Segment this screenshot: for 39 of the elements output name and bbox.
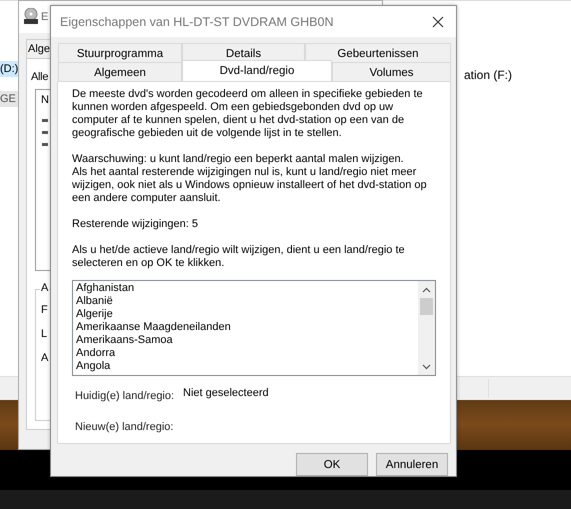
list-item[interactable]: Afghanistan bbox=[76, 282, 415, 296]
field-label: F bbox=[41, 304, 49, 316]
cancel-button[interactable]: Annuleren bbox=[376, 453, 448, 476]
drive-icon bbox=[42, 119, 48, 122]
list-item[interactable]: Andorra bbox=[76, 347, 415, 360]
tab[interactable]: Volumes bbox=[332, 62, 451, 82]
tab[interactable]: Dvd-land/regio bbox=[182, 60, 332, 82]
list-item[interactable]: Angola bbox=[76, 360, 415, 374]
scroll-thumb[interactable] bbox=[420, 298, 433, 316]
dvd-drive-icon bbox=[24, 8, 38, 26]
paragraph: Als u het/de actieve land/regio wilt wijzigen, dient u een land/regio te selecteren en op OK te klikken. bbox=[72, 244, 406, 270]
drive-label[interactable]: ation (F:) bbox=[464, 68, 512, 82]
sidebar-item[interactable]: (D:) bbox=[0, 61, 18, 77]
field-value: Niet geselecteerd bbox=[183, 387, 269, 402]
field-label: A bbox=[41, 352, 50, 364]
scrollbar[interactable] bbox=[418, 281, 435, 376]
tab[interactable]: Gebeurtenissen bbox=[305, 43, 451, 62]
paragraph: Als het aantal resterende wijzigingen nul is, kunt u land/regio niet meer wijzigen, ook niet als u Windows opnieuw installeert of het dvd-station op een andere computer aansluit. bbox=[72, 166, 428, 206]
group-label: A bbox=[40, 282, 50, 294]
window-title: E bbox=[41, 11, 48, 23]
paragraph: Waarschuwing: u kunt land/regio een beperkt aantal malen wijzigen. bbox=[72, 153, 405, 166]
sidebar-item[interactable]: GE bbox=[0, 91, 18, 107]
field-label: Huidig(e) land/regio: bbox=[75, 390, 176, 402]
list-item[interactable]: Albanië bbox=[76, 295, 415, 308]
label: Alle bbox=[31, 71, 48, 83]
paragraph: De meeste dvd's worden gecodeerd om alleen in specifieke gebieden te kunnen worden afgespeeld. Om een gebiedsgebonden dvd op uw computer af te kunnen spelen, dient u het dvd-station op een van de geografische gebieden uit de volgende lijst in te stellen. bbox=[72, 88, 424, 140]
drive-icon bbox=[42, 143, 48, 146]
tab[interactable]: Stuurprogramma bbox=[58, 43, 182, 62]
tab[interactable]: Algemeen bbox=[58, 62, 182, 82]
window-title: Eigenschappen van HL-DT-ST DVDRAM GHB0N bbox=[60, 14, 334, 29]
paragraph: Resterende wijzigingen: 5 bbox=[72, 218, 199, 232]
field-label: Nieuw(e) land/regio: bbox=[75, 421, 174, 434]
close-icon[interactable] bbox=[430, 14, 446, 30]
list-item[interactable]: Amerikaans-Samoa bbox=[76, 334, 415, 348]
drive-icon bbox=[42, 131, 48, 134]
list-item[interactable]: Amerikaanse Maagdeneilanden bbox=[76, 321, 415, 334]
ok-button[interactable]: OK bbox=[296, 453, 368, 476]
field-label: L bbox=[41, 328, 48, 340]
list-item[interactable]: Algerije bbox=[76, 308, 415, 322]
